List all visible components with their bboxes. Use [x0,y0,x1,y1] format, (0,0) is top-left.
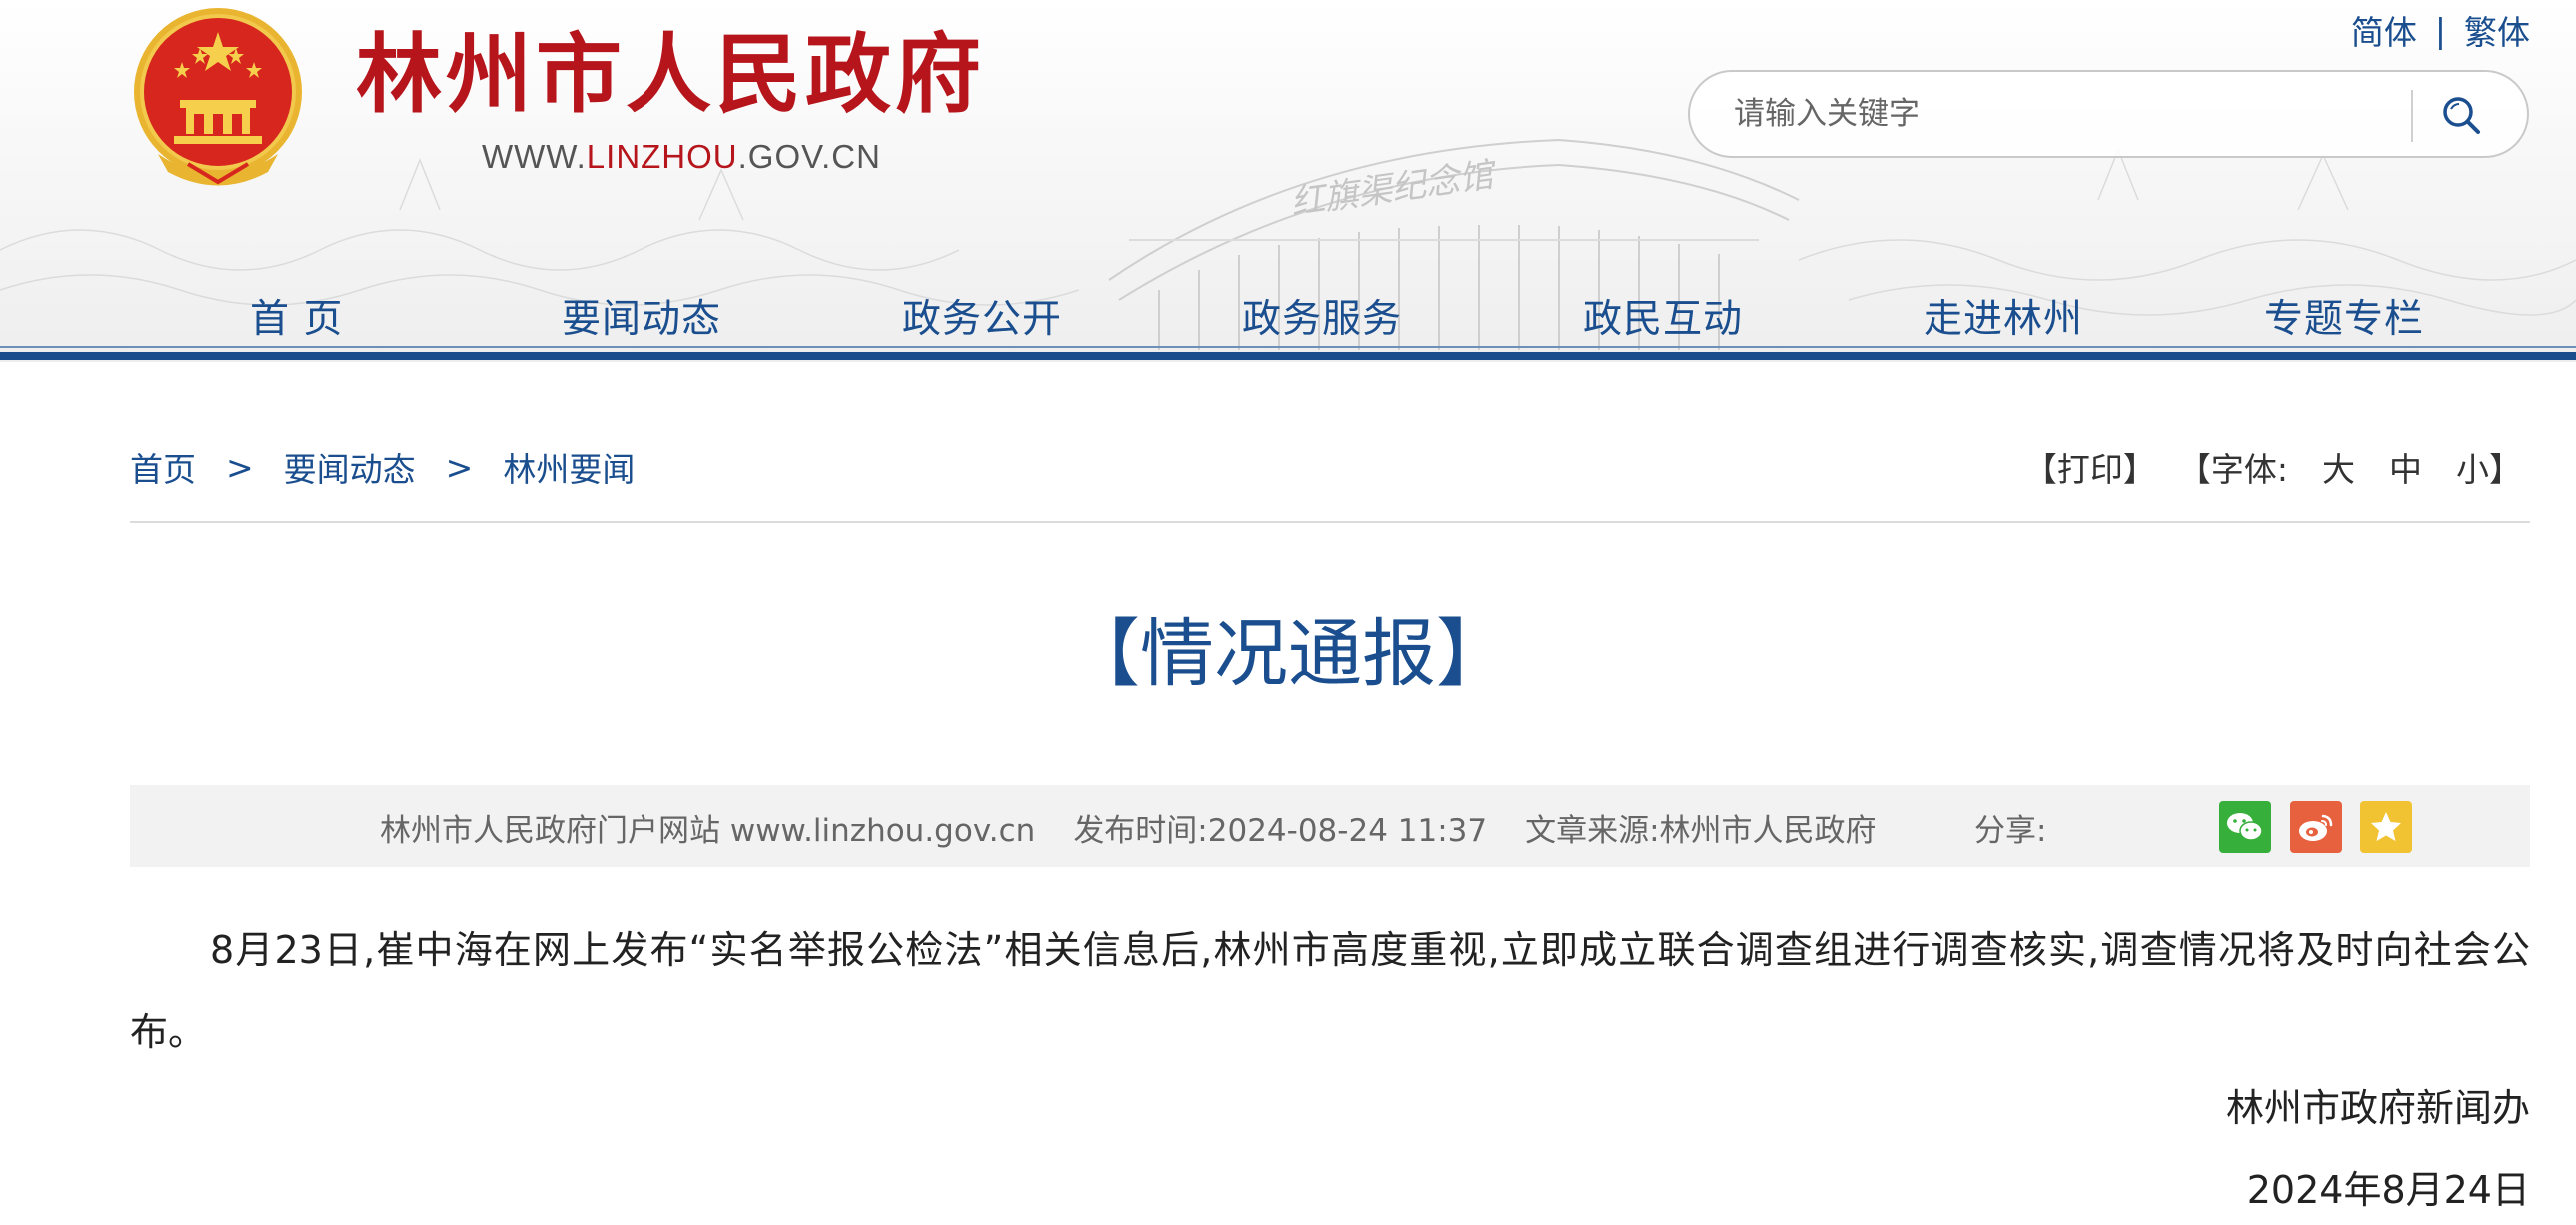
site-url-suffix: .GOV.CN [737,138,881,175]
print-button[interactable]: 【打印】 [2024,443,2156,491]
site-title: 林州市人民政府 [356,24,985,125]
article-body: 8月23日,崔中海在网上发布“实名举报公检法”相关信息后,林州市高度重视,立即成… [130,928,2530,1054]
nav-item-gov-affairs[interactable]: 政务公开 [902,288,1062,344]
meta-source: 文章来源:林州市人民政府 [1525,813,1877,849]
lang-traditional-link[interactable]: 繁体 [2464,6,2530,54]
share-weibo-button[interactable] [2290,801,2342,853]
article-meta: 林州市人民政府门户网站 www.linzhou.gov.cn 发布时间:2024… [380,805,1877,850]
favorite-star-icon [2371,812,2401,841]
article-signature: 林州市政府新闻办 [2225,1086,2530,1130]
article-meta-bar: 林州市人民政府门户网站 www.linzhou.gov.cn 发布时间:2024… [130,785,2530,867]
breadcrumb-news[interactable]: 要闻动态 [284,443,416,491]
breadcrumb-separator: > [226,447,254,487]
language-switch: 简体 | 繁体 [2351,6,2530,54]
search-divider [2411,90,2413,142]
national-emblem-icon [134,8,302,186]
font-size-small-button[interactable]: 小 [2456,443,2489,491]
building-sign-text: 红旗渠纪念馆 [1288,155,1501,224]
meta-publish-time: 发布时间:2024-08-24 11:37 [1073,813,1488,849]
nav-divider [0,352,2576,360]
share-wechat-button[interactable] [2219,801,2271,853]
site-url-prefix: WWW. [482,138,587,175]
lang-simplified-link[interactable]: 简体 [2351,6,2417,54]
nav-item-about-linzhou[interactable]: 走进林州 [1924,288,2083,344]
search-box [1688,70,2529,158]
breadcrumb-separator: > [445,447,474,487]
font-size-medium-button[interactable]: 中 [2389,443,2422,491]
article-title: 【情况通报】 [1066,612,1510,697]
wechat-icon [2227,813,2263,841]
breadcrumb-home[interactable]: 首页 [130,443,196,491]
nav-item-gov-services[interactable]: 政务服务 [1242,288,1402,344]
nav-item-interaction[interactable]: 政民互动 [1583,288,1743,344]
article-tools: 【打印】 【字体: 大 中 小 】 [2024,443,2522,491]
nav-divider-thin [0,346,2576,348]
font-size-large-button[interactable]: 大 [2322,443,2355,491]
site-url-highlight: LINZHOU [586,138,738,175]
breadcrumb-divider [130,521,2530,523]
nav-item-special-topics[interactable]: 专题专栏 [2264,288,2424,344]
search-button[interactable] [2429,86,2493,146]
article-date: 2024年8月24日 [2246,1168,2530,1212]
nav-item-news[interactable]: 要闻动态 [562,288,721,344]
weibo-icon [2299,814,2333,841]
share-favorite-button[interactable] [2360,801,2412,853]
nav-item-home[interactable]: 首 页 [250,288,343,344]
site-header: 红旗渠纪念馆 林州市人民政府 WWW.LINZHOU.GOV.CN 简体 | 繁… [0,0,2576,362]
site-url: WWW.LINZHOU.GOV.CN [482,138,881,176]
meta-site: 林州市人民政府门户网站 www.linzhou.gov.cn [380,813,1036,849]
font-size-label: 【字体: [2177,450,2288,489]
share-label: 分享: [1974,813,2047,849]
breadcrumb-linzhou-news[interactable]: 林州要闻 [503,443,635,491]
search-icon [2443,96,2480,134]
search-input[interactable] [1734,84,2393,144]
font-size-close-bracket: 】 [2489,450,2522,489]
breadcrumb: 首页 > 要闻动态 > 林州要闻 [130,443,635,491]
lang-separator: | [2434,10,2446,50]
